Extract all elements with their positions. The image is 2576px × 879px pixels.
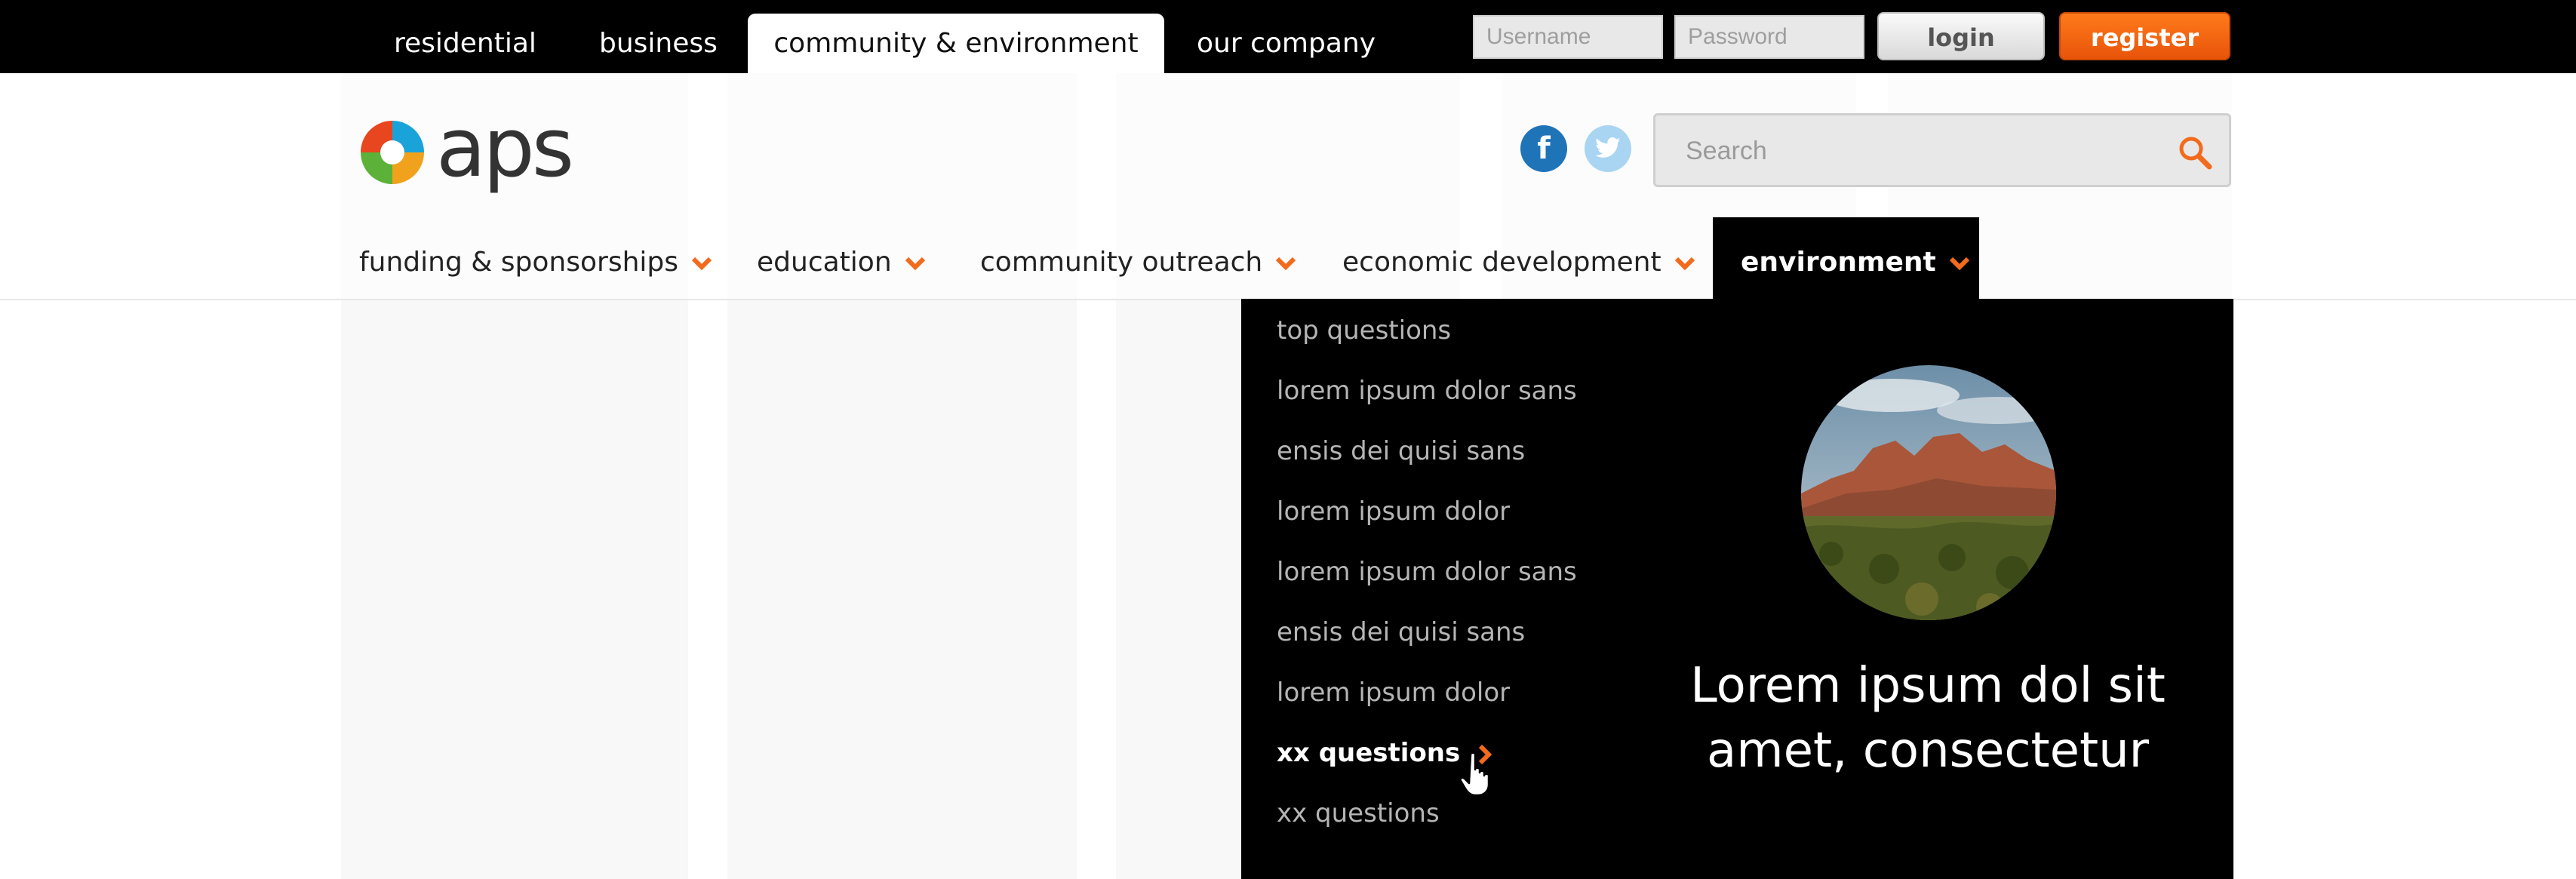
search-input[interactable] (1655, 115, 2170, 186)
red-rock-landscape-icon (1801, 365, 2056, 620)
nav-community-outreach[interactable]: community outreach (980, 217, 1297, 299)
environment-dropdown: top questions lorem ipsum dolor sans ens… (1241, 299, 2233, 879)
menu-item[interactable]: lorem ipsum dolor sans (1277, 376, 1577, 406)
menu-item[interactable]: lorem ipsum dolor (1277, 678, 1510, 708)
nav-label: environment (1741, 247, 1936, 278)
promo-line: Lorem ipsum dol sit (1690, 658, 2166, 714)
promo-landscape-image (1801, 365, 2056, 620)
register-button[interactable]: register (2059, 12, 2230, 60)
nav-education[interactable]: education (757, 217, 927, 299)
login-button[interactable]: login (1877, 12, 2045, 60)
tab-our-company[interactable]: our company (1167, 14, 1406, 73)
password-field[interactable] (1674, 15, 1864, 59)
aps-logo[interactable]: aps (355, 107, 574, 190)
nav-label: community outreach (980, 247, 1263, 278)
nav-label: education (757, 247, 892, 278)
tab-community-environment[interactable]: community & environment (748, 14, 1164, 73)
promo-line: amet, consectetur (1707, 723, 2149, 779)
nav-environment[interactable]: environment (1713, 217, 1979, 299)
chevron-down-icon (691, 257, 712, 271)
menu-item-label: xx questions (1277, 738, 1461, 768)
chevron-down-icon (1276, 257, 1296, 271)
nav-funding-sponsorships[interactable]: funding & sponsorships (359, 217, 713, 299)
username-field[interactable] (1473, 15, 1663, 59)
search-box (1653, 113, 2231, 187)
nav-label: economic development (1342, 247, 1661, 278)
chevron-down-icon (905, 257, 925, 271)
nav-economic-development[interactable]: economic development (1342, 217, 1696, 299)
promo-headline: Lorem ipsum dol sit amet, consectetur (1664, 653, 2192, 783)
logo-text: aps (436, 101, 574, 195)
hand-cursor-icon (1460, 751, 1490, 797)
chevron-down-icon (1949, 257, 1969, 271)
tab-business[interactable]: business (569, 14, 748, 73)
search-icon[interactable] (2176, 134, 2214, 171)
aps-logo-mark-icon (361, 121, 424, 184)
menu-item[interactable]: lorem ipsum dolor sans (1277, 557, 1577, 587)
chevron-down-icon (1674, 257, 1695, 271)
top-bar: residential business community & environ… (0, 0, 2576, 73)
menu-item-top-questions[interactable]: top questions (1277, 315, 1451, 346)
menu-item[interactable]: xx questions (1277, 798, 1440, 828)
tab-residential[interactable]: residential (364, 14, 567, 73)
twitter-icon[interactable] (1585, 125, 1631, 172)
menu-item[interactable]: ensis dei quisi sans (1277, 617, 1525, 647)
nav-label: funding & sponsorships (359, 247, 678, 278)
menu-item[interactable]: ensis dei quisi sans (1277, 436, 1525, 466)
menu-item[interactable]: lorem ipsum dolor (1277, 496, 1510, 527)
facebook-icon[interactable]: f (1520, 125, 1567, 172)
twitter-bird-icon (1595, 137, 1621, 158)
